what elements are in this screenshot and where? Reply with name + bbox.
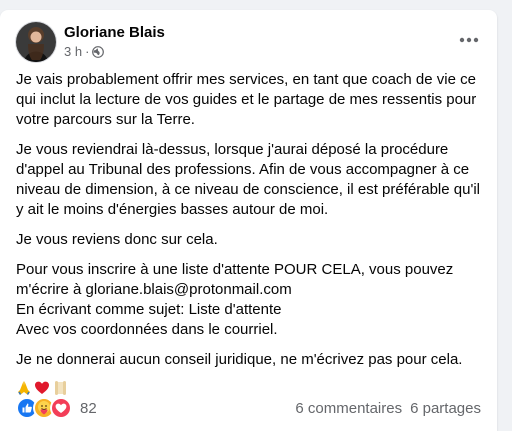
more-options-button[interactable] [451, 22, 487, 58]
post-paragraph: Je vous reviendrai là-dessus, lorsque j'… [16, 141, 480, 218]
post-text: Pour vous inscrire à une liste d'attente… [16, 261, 454, 298]
post-header: Gloriane Blais 3 h · [16, 22, 481, 62]
post-body: Je vais probablement offrir mes services… [16, 70, 482, 398]
post-paragraph: Je vous reviens donc sur cela. [16, 231, 218, 248]
comments-count[interactable]: 6 commentaires [295, 400, 402, 417]
red-heart-icon [35, 381, 49, 394]
engagement-counts: 6 commentaires 6 partages [295, 400, 481, 417]
meta-separator: · [85, 44, 90, 59]
post-paragraph: Pour vous inscrire à une liste d'attente… [16, 260, 482, 300]
emoji-line [16, 378, 482, 398]
reaction-count[interactable]: 82 [80, 400, 97, 417]
author-name[interactable]: Gloriane Blais [64, 24, 165, 41]
post-card: Gloriane Blais 3 h · Je vais probablemen… [0, 10, 497, 431]
scroll-icon [55, 381, 66, 395]
avatar[interactable] [16, 22, 56, 62]
post-paragraph: Avec vos coordonnées dans le courriel. [16, 321, 278, 338]
post-meta: 3 h · [64, 44, 105, 59]
shares-count[interactable]: 6 partages [410, 400, 481, 417]
avatar-image [16, 22, 56, 62]
praying-hands-icon [18, 381, 30, 395]
post-paragraph: Je vais probablement offrir mes services… [16, 71, 477, 128]
love-reaction-icon [50, 397, 72, 419]
ellipsis-icon [459, 37, 479, 43]
reaction-icons[interactable] [16, 397, 72, 419]
post-time[interactable]: 3 h [64, 44, 82, 59]
globe-icon[interactable] [92, 45, 105, 58]
post-paragraph: En écrivant comme sujet: Liste d'attente [16, 301, 282, 318]
post-paragraph: Je ne donnerai aucun conseil juridique, … [16, 351, 463, 368]
reactions-bar: 82 6 commentaires 6 partages [16, 397, 481, 419]
